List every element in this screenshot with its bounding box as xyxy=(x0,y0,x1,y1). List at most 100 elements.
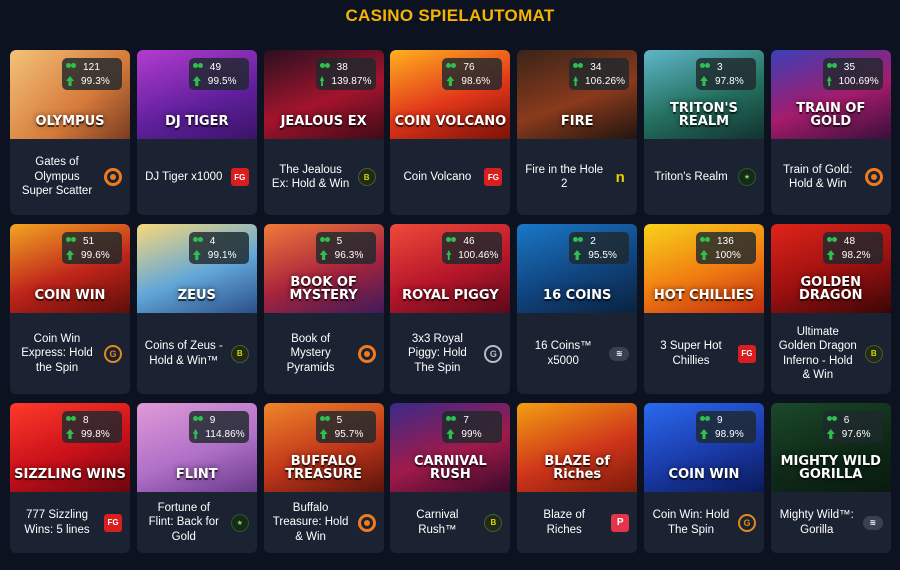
game-thumbnail-title: BLAZE of Riches xyxy=(544,453,611,483)
rtp-arrow-icon xyxy=(699,76,708,86)
game-thumbnail[interactable]: 16 COINS 2 95.5% xyxy=(517,224,638,313)
game-card[interactable]: COIN VOLCANO 76 98.6% Coin Volcano FG xyxy=(390,50,511,215)
game-name[interactable]: Coin Volcano xyxy=(398,170,484,185)
game-card[interactable]: COIN WIN 51 99.6% Coin Win Express: Hold th… xyxy=(10,224,130,394)
rtp-arrow-icon xyxy=(66,76,74,86)
game-thumbnail[interactable]: SIZZLING WINS 8 99.8% xyxy=(10,403,130,492)
players-icon xyxy=(699,415,711,425)
game-name[interactable]: Coins of Zeus - Hold & Win™ xyxy=(145,339,231,368)
game-thumbnail[interactable]: HOT CHILLIES 136 100% xyxy=(643,224,764,313)
game-name[interactable]: Coin Win: Hold The Spin xyxy=(652,508,738,537)
game-card-footer: Ultimate Golden Dragon Inferno - Hold & … xyxy=(771,313,891,394)
game-name[interactable]: 777 Sizzling Wins: 5 lines xyxy=(18,508,104,537)
rtp-arrow-icon xyxy=(192,429,199,439)
game-name[interactable]: DJ Tiger x1000 xyxy=(145,170,231,185)
game-thumbnail[interactable]: CARNIVAL RUSH 7 99% xyxy=(390,403,511,492)
game-name[interactable]: Book of Mystery Pyramids xyxy=(272,332,358,376)
game-name[interactable]: Buffalo Treasure: Hold & Win xyxy=(272,501,358,545)
player-count: 51 xyxy=(83,235,95,247)
game-name[interactable]: Mighty Wild™: Gorilla xyxy=(779,508,863,537)
players-icon xyxy=(699,62,711,72)
game-name[interactable]: 16 Coins™ x5000 xyxy=(525,339,609,368)
game-card[interactable]: OLYMPUS 121 99.3% Gates of Olympus Super Sc… xyxy=(10,50,130,215)
rtp-arrow-icon xyxy=(66,429,74,439)
game-card[interactable]: HOT CHILLIES 136 100% 3 Super Hot Chillies F… xyxy=(643,224,764,394)
game-thumbnail[interactable]: TRITON'S REALM 3 97.8% xyxy=(643,50,764,139)
game-card[interactable]: DJ TIGER 49 99.5% DJ Tiger x1000 FG xyxy=(136,50,257,215)
player-count: 35 xyxy=(843,61,856,73)
game-card[interactable]: FIRE 34 106.26% Fire in the Hole 2n xyxy=(517,50,638,215)
game-thumbnail[interactable]: FIRE 34 106.26% xyxy=(517,50,638,139)
rtp-arrow-icon xyxy=(699,250,708,260)
player-count: 48 xyxy=(843,235,856,247)
game-name[interactable]: The Jealous Ex: Hold & Win xyxy=(272,163,358,192)
game-card-footer: Coins of Zeus - Hold & Win™ B xyxy=(137,313,257,394)
game-card[interactable]: BLAZE of Riches Blaze of Riches P xyxy=(517,403,638,553)
game-thumbnail[interactable]: DJ TIGER 49 99.5% xyxy=(136,50,257,139)
game-card[interactable]: TRAIN OF GOLD 35 100.69% Train of Gold: Hol… xyxy=(770,50,891,215)
game-card[interactable]: JEALOUS EX 38 139.87% The Jealous Ex: Hold … xyxy=(263,50,384,215)
game-thumbnail[interactable]: TRAIN OF GOLD 35 100.69% xyxy=(770,50,891,139)
game-thumbnail[interactable]: FLINT 9 114.86% xyxy=(136,403,257,492)
game-name[interactable]: Ultimate Golden Dragon Inferno - Hold & … xyxy=(779,325,865,383)
game-thumbnail[interactable]: OLYMPUS 121 99.3% xyxy=(10,50,130,139)
game-card-footer: Train of Gold: Hold & Win xyxy=(771,139,891,215)
booming-icon: B xyxy=(230,344,249,363)
game-card[interactable]: 16 COINS 2 95.5% 16 Coins™ x5000 ≋ xyxy=(517,224,638,394)
game-name[interactable]: 3 Super Hot Chillies xyxy=(652,339,738,368)
players-icon xyxy=(446,415,457,425)
game-card-footer: 777 Sizzling Wins: 5 lines FG xyxy=(10,492,130,553)
game-thumbnail[interactable]: MIGHTY WILD GORILLA 6 97.6% xyxy=(770,403,891,492)
players-icon xyxy=(66,415,77,425)
rtp-value: 98.2% xyxy=(841,249,871,261)
game-stats-badge: 136 100% xyxy=(695,232,756,264)
game-card[interactable]: BUFFALO TREASURE 5 95.7% Buffalo Treasure: … xyxy=(263,403,384,553)
game-card-footer: Blaze of Riches P xyxy=(517,492,637,553)
game-name[interactable]: Blaze of Riches xyxy=(525,508,611,537)
game-card[interactable]: COIN WIN 9 98.9% Coin Win: Hold The Spin G xyxy=(643,403,764,553)
game-thumbnail-title: DJ TIGER xyxy=(165,114,229,130)
game-thumbnail[interactable]: COIN VOLCANO 76 98.6% xyxy=(390,50,511,139)
game-card[interactable]: ROYAL PIGGY 46 100.46% 3x3 Royal Piggy: Hol… xyxy=(390,224,511,394)
game-card[interactable]: FLINT 9 114.86% Fortune of Flint: Back for … xyxy=(136,403,257,553)
game-name[interactable]: Triton's Realm xyxy=(652,170,738,185)
game-name[interactable]: Fire in the Hole 2 xyxy=(525,163,611,192)
rtp-arrow-icon xyxy=(826,250,835,260)
game-card[interactable]: CARNIVAL RUSH 7 99% Carnival Rush™ B xyxy=(390,403,511,553)
game-name[interactable]: Gates of Olympus Super Scatter xyxy=(18,155,104,199)
game-card[interactable]: BOOK OF MYSTERY 5 96.3% Book of Mystery Pyr… xyxy=(263,224,384,394)
game-stats-badge: 3 97.8% xyxy=(695,58,756,90)
game-thumbnail[interactable]: BUFFALO TREASURE 5 95.7% xyxy=(263,403,384,492)
game-thumbnail[interactable]: BLAZE of Riches xyxy=(517,403,638,492)
game-stats-badge: 48 98.2% xyxy=(822,232,883,264)
rtp-arrow-icon xyxy=(573,250,582,260)
rtp-value: 97.8% xyxy=(714,75,744,87)
game-thumbnail[interactable]: JEALOUS EX 38 139.87% xyxy=(263,50,384,139)
game-thumbnail[interactable]: ROYAL PIGGY 46 100.46% xyxy=(390,224,511,313)
game-thumbnail[interactable]: ZEUS 4 99.1% xyxy=(136,224,257,313)
game-card[interactable]: TRITON'S REALM 3 97.8% Triton's Realm ★ xyxy=(643,50,764,215)
rtp-arrow-icon xyxy=(446,76,455,86)
gamzix-icon: G xyxy=(104,344,122,363)
game-name[interactable]: Train of Gold: Hold & Win xyxy=(779,163,865,192)
rtp-value: 98.6% xyxy=(461,75,491,87)
game-thumbnail[interactable]: COIN WIN 9 98.9% xyxy=(643,403,764,492)
game-name[interactable]: 3x3 Royal Piggy: Hold The Spin xyxy=(398,332,484,376)
player-count: 7 xyxy=(463,414,470,426)
rtp-value: 96.3% xyxy=(334,249,364,261)
game-name[interactable]: Fortune of Flint: Back for Gold xyxy=(145,501,231,545)
playson-icon xyxy=(357,344,376,363)
game-card[interactable]: ZEUS 4 99.1% Coins of Zeus - Hold & Win™ B xyxy=(136,224,257,394)
game-name[interactable]: Coin Win Express: Hold the Spin xyxy=(18,332,104,376)
game-name[interactable]: Carnival Rush™ xyxy=(398,508,484,537)
rtp-arrow-icon xyxy=(826,76,832,86)
game-thumbnail[interactable]: GOLDEN DRAGON 48 98.2% xyxy=(770,224,891,313)
game-card[interactable]: MIGHTY WILD GORILLA 6 97.6% Mighty Wild™: G… xyxy=(770,403,891,553)
game-card[interactable]: SIZZLING WINS 8 99.8% 777 Sizzling Wins: 5 … xyxy=(10,403,130,553)
players-icon xyxy=(192,415,204,425)
game-thumbnail[interactable]: COIN WIN 51 99.6% xyxy=(10,224,130,313)
game-stats-badge: 49 99.5% xyxy=(188,58,249,90)
game-card[interactable]: GOLDEN DRAGON 48 98.2% Ultimate Golden Drag… xyxy=(770,224,891,394)
game-thumbnail[interactable]: BOOK OF MYSTERY 5 96.3% xyxy=(263,224,384,313)
players-icon xyxy=(573,62,584,72)
